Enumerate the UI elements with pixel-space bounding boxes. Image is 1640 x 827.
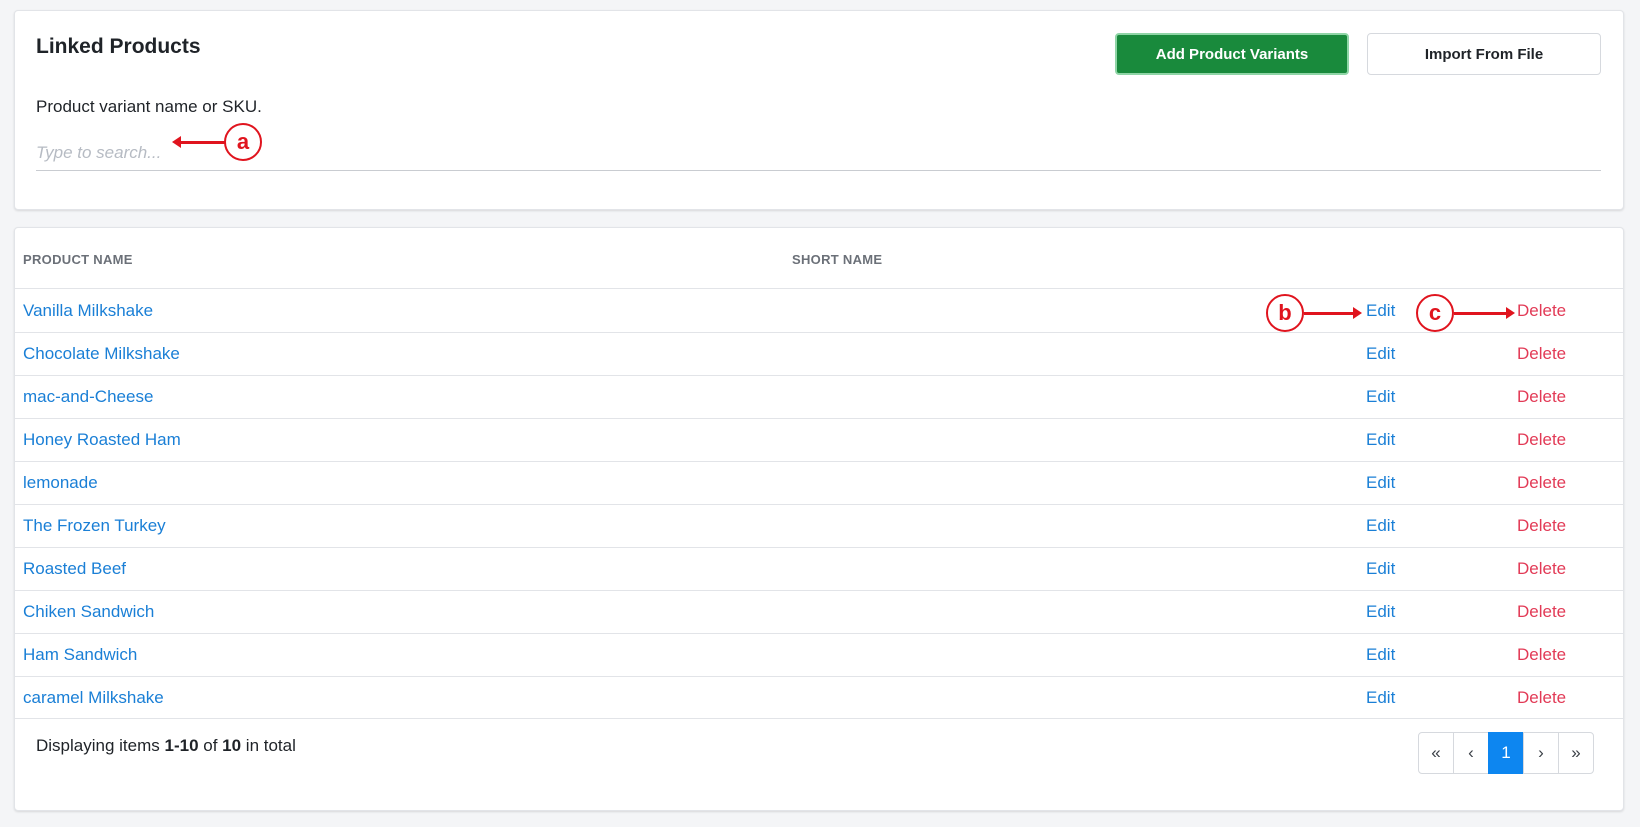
table-row: The Frozen Turkey Edit Delete bbox=[15, 504, 1623, 547]
products-table: PRODUCT NAME SHORT NAME Vanilla Milkshak… bbox=[14, 227, 1624, 811]
table-row: lemonade Edit Delete bbox=[15, 461, 1623, 504]
linked-products-panel: Linked Products Add Product Variants Imp… bbox=[14, 10, 1624, 210]
last-page-button[interactable]: » bbox=[1558, 732, 1594, 774]
delete-link[interactable]: Delete bbox=[1517, 645, 1566, 665]
product-name-link[interactable]: Roasted Beef bbox=[23, 559, 126, 579]
column-header-product-name: PRODUCT NAME bbox=[23, 252, 133, 267]
column-header-short-name: SHORT NAME bbox=[792, 252, 883, 267]
delete-link[interactable]: Delete bbox=[1517, 344, 1566, 364]
table-row: mac-and-Cheese Edit Delete bbox=[15, 375, 1623, 418]
product-name-link[interactable]: Ham Sandwich bbox=[23, 645, 137, 665]
add-product-variants-button[interactable]: Add Product Variants bbox=[1115, 33, 1349, 75]
product-name-link[interactable]: lemonade bbox=[23, 473, 98, 493]
next-page-button[interactable]: › bbox=[1523, 732, 1559, 774]
table-row: Vanilla Milkshake Edit Delete bbox=[15, 288, 1623, 332]
annotation-marker-c: c bbox=[1416, 294, 1454, 332]
delete-link[interactable]: Delete bbox=[1517, 559, 1566, 579]
import-from-file-button[interactable]: Import From File bbox=[1367, 33, 1601, 75]
table-footer: Displaying items 1-10 of 10 in total « ‹… bbox=[15, 718, 1623, 810]
edit-link[interactable]: Edit bbox=[1366, 473, 1395, 493]
delete-link[interactable]: Delete bbox=[1517, 602, 1566, 622]
previous-page-button[interactable]: ‹ bbox=[1453, 732, 1489, 774]
items-summary: Displaying items 1-10 of 10 in total bbox=[36, 736, 296, 755]
product-name-link[interactable]: caramel Milkshake bbox=[23, 688, 164, 708]
edit-link[interactable]: Edit bbox=[1366, 688, 1395, 708]
table-row: Honey Roasted Ham Edit Delete bbox=[15, 418, 1623, 461]
page-1-button[interactable]: 1 bbox=[1488, 732, 1524, 774]
table-row: Chiken Sandwich Edit Delete bbox=[15, 590, 1623, 633]
annotation-marker-a: a bbox=[224, 123, 262, 161]
pagination: « ‹ 1 › » bbox=[1418, 732, 1594, 774]
edit-link[interactable]: Edit bbox=[1366, 645, 1395, 665]
product-name-link[interactable]: Vanilla Milkshake bbox=[23, 301, 153, 321]
annotation-arrow-a bbox=[172, 136, 226, 148]
product-name-link[interactable]: Chiken Sandwich bbox=[23, 602, 154, 622]
annotation-arrow-c bbox=[1454, 307, 1515, 319]
edit-link[interactable]: Edit bbox=[1366, 430, 1395, 450]
first-page-button[interactable]: « bbox=[1418, 732, 1454, 774]
search-input[interactable] bbox=[36, 135, 1601, 171]
edit-link[interactable]: Edit bbox=[1366, 344, 1395, 364]
edit-link[interactable]: Edit bbox=[1366, 387, 1395, 407]
delete-link[interactable]: Delete bbox=[1517, 516, 1566, 536]
delete-link[interactable]: Delete bbox=[1517, 430, 1566, 450]
product-name-link[interactable]: Chocolate Milkshake bbox=[23, 344, 180, 364]
delete-link[interactable]: Delete bbox=[1517, 387, 1566, 407]
edit-link[interactable]: Edit bbox=[1366, 559, 1395, 579]
delete-link[interactable]: Delete bbox=[1517, 688, 1566, 708]
search-label: Product variant name or SKU. bbox=[36, 97, 262, 116]
table-body: Vanilla Milkshake Edit Delete Chocolate Mil… bbox=[15, 288, 1623, 719]
delete-link[interactable]: Delete bbox=[1517, 473, 1566, 493]
delete-link[interactable]: Delete bbox=[1517, 301, 1566, 321]
edit-link[interactable]: Edit bbox=[1366, 301, 1395, 321]
table-row: Roasted Beef Edit Delete bbox=[15, 547, 1623, 590]
page-title: Linked Products bbox=[36, 35, 201, 58]
table-row: Chocolate Milkshake Edit Delete bbox=[15, 332, 1623, 375]
product-name-link[interactable]: mac-and-Cheese bbox=[23, 387, 153, 407]
annotation-marker-b: b bbox=[1266, 294, 1304, 332]
table-row: caramel Milkshake Edit Delete bbox=[15, 676, 1623, 719]
product-name-link[interactable]: Honey Roasted Ham bbox=[23, 430, 181, 450]
annotation-arrow-b bbox=[1304, 307, 1362, 319]
table-row: Ham Sandwich Edit Delete bbox=[15, 633, 1623, 676]
edit-link[interactable]: Edit bbox=[1366, 602, 1395, 622]
product-name-link[interactable]: The Frozen Turkey bbox=[23, 516, 166, 536]
edit-link[interactable]: Edit bbox=[1366, 516, 1395, 536]
